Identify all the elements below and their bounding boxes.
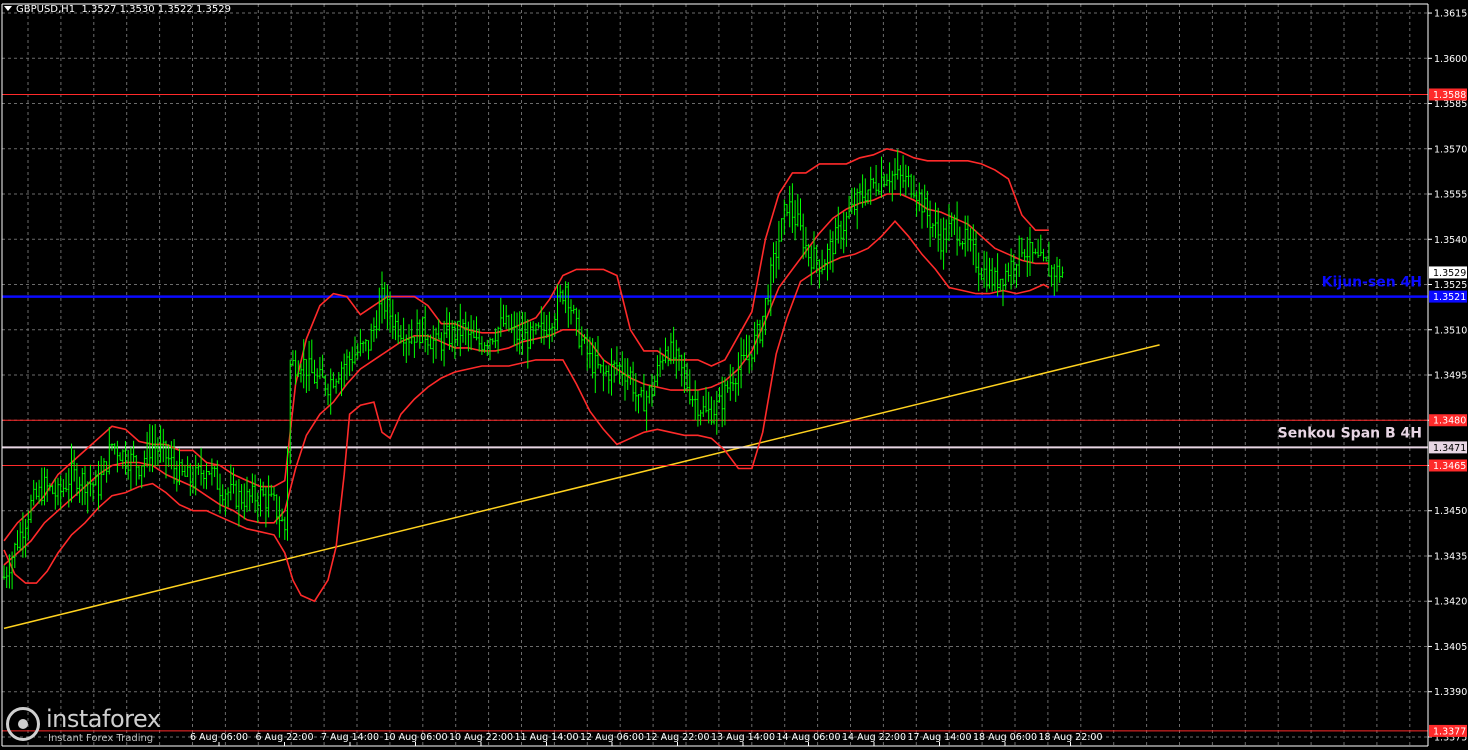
time-tick-label: 18 Aug 22:00 [1038,732,1102,743]
instaforex-logo-icon [6,707,40,741]
time-tick-label: 18 Aug 06:00 [973,732,1037,743]
price-tick-label: 1.3390 [1434,687,1467,698]
symbol-label: GBPUSD,H1 [16,4,76,15]
price-tick-label: 1.3615 [1434,9,1467,20]
time-tick-label: 10 Aug 06:00 [383,732,447,743]
level-price-label-1.3480: 1.3480 [1433,416,1466,427]
level-price-label-1.3588: 1.3588 [1433,90,1466,101]
price-tick-label: 1.3600 [1434,54,1467,65]
time-tick-label: 11 Aug 14:00 [514,732,578,743]
level-price-label-1.3471: 1.3471 [1433,443,1466,454]
price-tick-label: 1.3555 [1434,190,1467,201]
dropdown-triangle-icon[interactable] [4,6,12,11]
time-tick-label: 12 Aug 22:00 [645,732,709,743]
price-tick-label: 1.3525 [1434,280,1467,291]
current-price-label: 1.3529 [1433,268,1466,279]
ohlc-values: 1.3527 1.3530 1.3522 1.3529 [81,4,231,15]
time-tick-label: 12 Aug 06:00 [580,732,644,743]
instaforex-watermark: instaforex Instant Forex Trading [6,705,206,747]
price-tick-label: 1.3570 [1434,144,1467,155]
watermark-tagline: Instant Forex Trading [48,733,154,744]
level-price-label-1.3521: 1.3521 [1433,292,1466,303]
price-tick-label: 1.3405 [1434,642,1467,653]
price-tick-label: 1.3540 [1434,235,1467,246]
time-tick-label: 17 Aug 14:00 [907,732,971,743]
time-tick-label: 7 Aug 14:00 [321,732,379,743]
time-tick-label: 13 Aug 14:00 [711,732,775,743]
price-tick-label: 1.3420 [1434,597,1467,608]
chart-header: GBPUSD,H1 1.3527 1.3530 1.3522 1.3529 [4,4,231,15]
price-tick-label: 1.3435 [1434,551,1467,562]
time-tick-label: 10 Aug 22:00 [449,732,513,743]
time-tick-label: 6 Aug 22:00 [255,732,313,743]
time-tick-label: 14 Aug 22:00 [842,732,906,743]
level-price-label-1.3377: 1.3377 [1433,726,1466,737]
time-tick-label: 14 Aug 06:00 [776,732,840,743]
price-tick-label: 1.3450 [1434,506,1467,517]
price-tick-label: 1.3495 [1434,371,1467,382]
level-name-label: Senkou Span B 4H [1278,425,1422,441]
level-name-label: Kijun-sen 4H [1322,275,1422,291]
price-chart[interactable]: 1.36151.36001.35851.35701.35551.35401.35… [0,0,1468,750]
watermark-brand: instaforex [46,705,161,733]
price-tick-label: 1.3510 [1434,325,1467,336]
level-price-label-1.3465: 1.3465 [1433,461,1466,472]
